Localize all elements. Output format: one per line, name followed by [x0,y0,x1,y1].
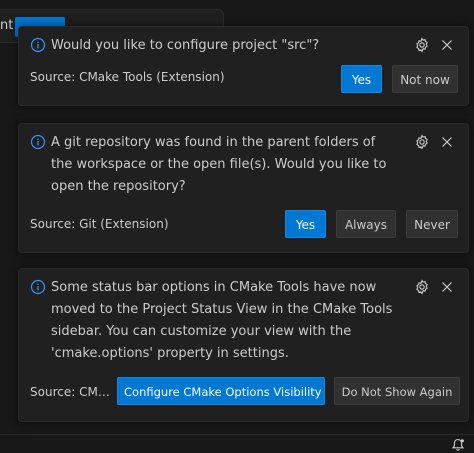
not-now-button[interactable]: Not now [392,65,458,93]
notification-cmake-status-bar: Some status bar options in CMake Tools h… [18,268,469,422]
close-icon[interactable] [439,134,455,150]
notification-message: Would you like to configure project "src… [51,38,320,53]
notification-source: Source: Git (Extension) [30,217,169,231]
status-bar [0,434,474,453]
configure-cmake-options-visibility-button[interactable]: Configure CMake Options Visibility [117,377,325,405]
notification-source: Source: CMake Tools (Extension) [30,385,110,399]
bell-icon[interactable] [451,437,465,451]
info-icon [30,279,46,295]
info-icon [30,37,46,53]
close-icon[interactable] [439,37,455,53]
never-button[interactable]: Never [406,210,458,238]
background-fragment-text: nt [0,18,14,33]
notification-message: Some status bar options in CMake Tools h… [51,280,393,361]
gear-icon[interactable] [414,37,430,53]
notification-message: A git repository was found in the parent… [51,135,387,194]
always-button[interactable]: Always [336,210,396,238]
notification-source: Source: CMake Tools (Extension) [30,70,225,84]
info-icon [30,134,46,150]
notification-configure-project: Would you like to configure project "src… [18,26,469,106]
gear-icon[interactable] [414,279,430,295]
workbench: nt Would you like to configure project "… [0,0,474,453]
yes-button[interactable]: Yes [341,65,382,93]
yes-button[interactable]: Yes [285,210,326,238]
do-not-show-again-button[interactable]: Do Not Show Again [334,377,460,405]
notification-git-repository: A git repository was found in the parent… [18,123,469,253]
close-icon[interactable] [439,279,455,295]
gear-icon[interactable] [414,134,430,150]
